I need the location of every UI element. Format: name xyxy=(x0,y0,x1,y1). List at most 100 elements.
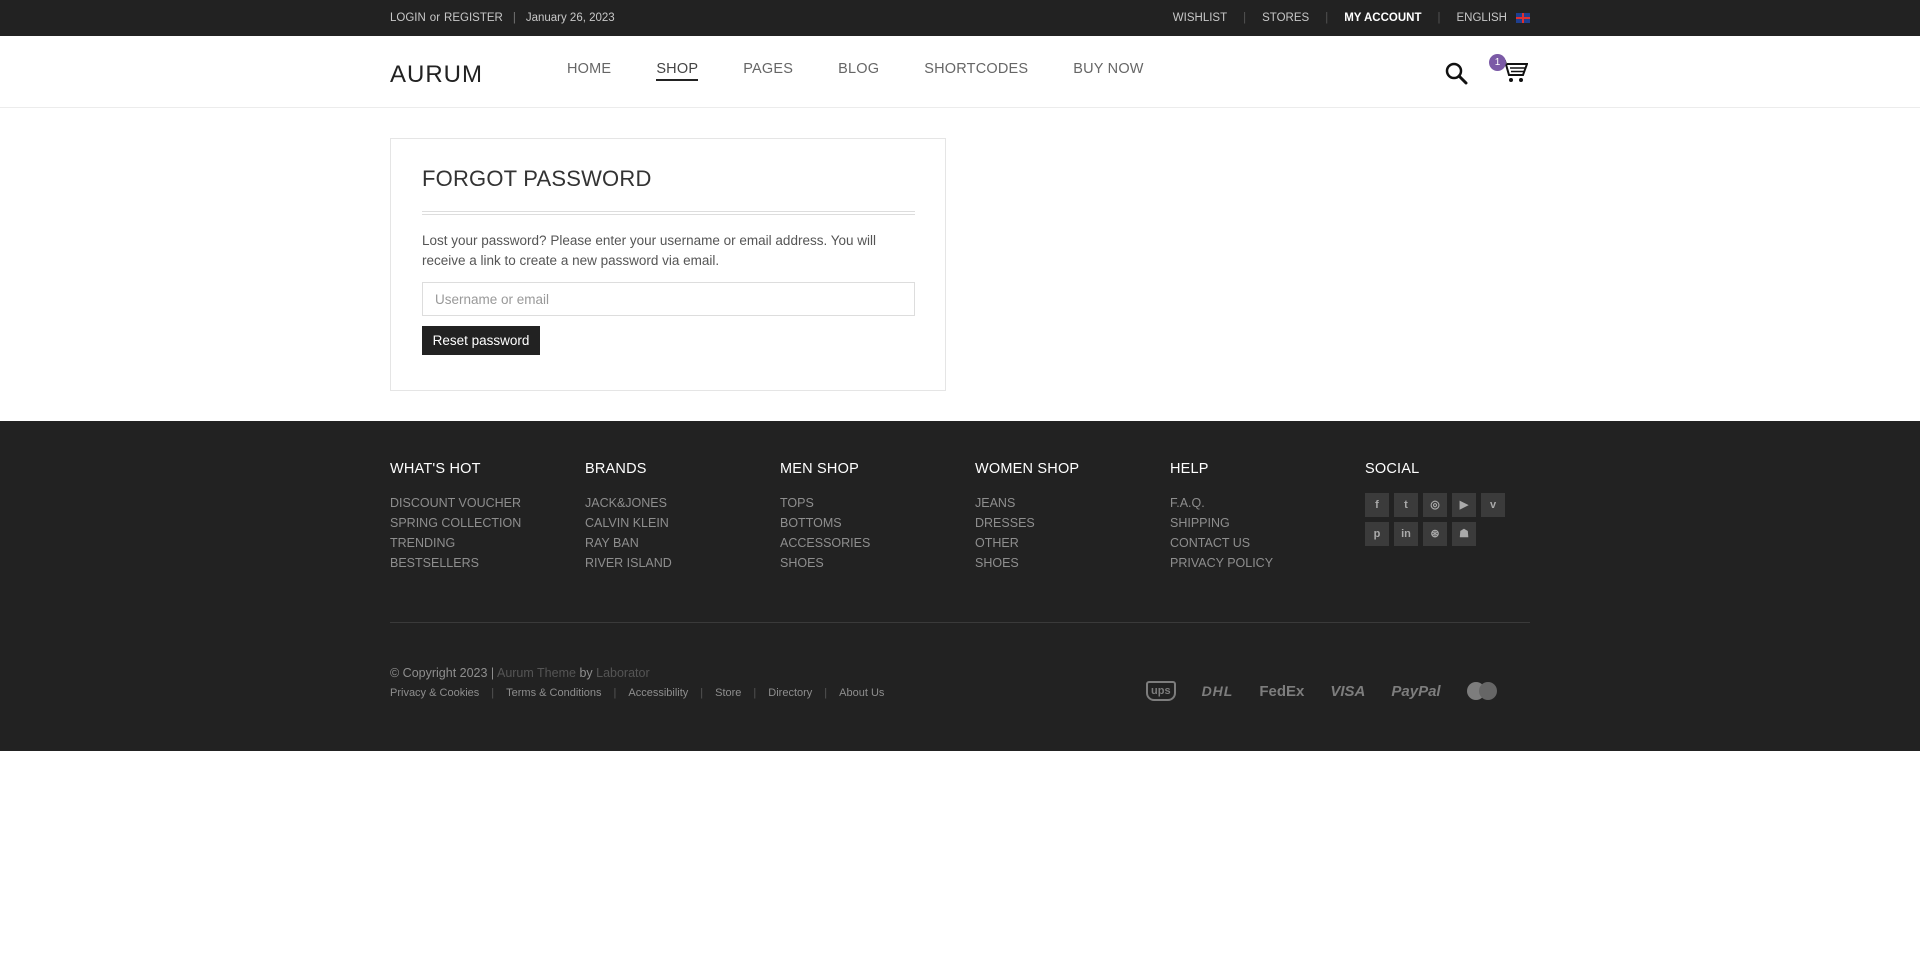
footer-divider xyxy=(390,622,1530,623)
stores-link[interactable]: STORES xyxy=(1262,12,1309,24)
main-nav: HOME SHOP PAGES BLOG SHORTCODES BUY NOW xyxy=(567,61,1189,81)
login-link[interactable]: LOGIN xyxy=(390,12,426,24)
accessibility-link[interactable]: Accessibility xyxy=(628,687,688,699)
instagram-icon[interactable]: ◎ xyxy=(1423,493,1447,517)
footer-link[interactable]: PRIVACY POLICY xyxy=(1170,553,1350,573)
my-account-link[interactable]: MY ACCOUNT xyxy=(1344,12,1421,24)
nav-home[interactable]: HOME xyxy=(567,61,611,81)
logo[interactable]: AURUM xyxy=(390,61,483,89)
vimeo-icon[interactable]: v xyxy=(1481,493,1505,517)
separator: | xyxy=(824,687,828,699)
header: AURUM HOME SHOP PAGES BLOG SHORTCODES BU… xyxy=(0,36,1920,108)
theme-link[interactable]: Aurum Theme xyxy=(497,666,576,680)
top-bar-left: LOGIN or REGISTER | January 26, 2023 xyxy=(390,12,615,24)
separator: | xyxy=(1325,12,1329,24)
footer-link[interactable]: BOTTOMS xyxy=(780,513,960,533)
top-bar-right: WISHLIST | STORES | MY ACCOUNT | ENGLISH xyxy=(1173,12,1530,24)
footer-col-social: SOCIAL f t ◎ ▶ v p in ⊛ ☗ xyxy=(1365,461,1545,551)
footer-col-men-shop: MEN SHOP TOPS BOTTOMS ACCESSORIES SHOES xyxy=(780,461,960,573)
footer-col-help: HELP F.A.Q. SHIPPING CONTACT US PRIVACY … xyxy=(1170,461,1350,573)
paypal-logo: PayPal xyxy=(1391,682,1441,700)
fedex-logo: FedEx xyxy=(1259,682,1305,700)
separator: | xyxy=(753,687,757,699)
footer-heading: MEN SHOP xyxy=(780,461,859,477)
separator: | xyxy=(1437,12,1441,24)
separator: | xyxy=(491,687,495,699)
social-icons: f t ◎ ▶ v p in ⊛ ☗ xyxy=(1365,493,1515,551)
date-text: January 26, 2023 xyxy=(525,12,615,24)
footer-link[interactable]: DRESSES xyxy=(975,513,1155,533)
twitter-icon[interactable]: t xyxy=(1394,493,1418,517)
ups-logo: ups xyxy=(1146,681,1176,701)
mastercard-logo xyxy=(1466,682,1497,700)
by-text: by xyxy=(579,666,593,680)
footer-link[interactable]: ACCESSORIES xyxy=(780,533,960,553)
footer-link[interactable]: CALVIN KLEIN xyxy=(585,513,765,533)
copyright-text: © Copyright 2023 | xyxy=(390,666,495,680)
uk-flag-icon xyxy=(1516,13,1530,23)
dhl-logo: DHL xyxy=(1201,683,1234,699)
footer-link[interactable]: JEANS xyxy=(975,493,1155,513)
footer-link[interactable]: TRENDING xyxy=(390,533,570,553)
footer-col-whats-hot: WHAT'S HOT DISCOUNT VOUCHER SPRING COLLE… xyxy=(390,461,570,573)
footer-heading: WOMEN SHOP xyxy=(975,461,1080,477)
footer-heading: SOCIAL xyxy=(1365,461,1420,477)
payment-logos: ups DHL FedEx VISA PayPal xyxy=(1146,676,1497,706)
author-link[interactable]: Laborator xyxy=(596,666,650,680)
nav-shop[interactable]: SHOP xyxy=(656,61,699,81)
footer-heading: WHAT'S HOT xyxy=(390,461,481,477)
wishlist-link[interactable]: WISHLIST xyxy=(1173,12,1227,24)
cart-count-badge: 1 xyxy=(1489,54,1506,71)
footer-link[interactable]: JACK&JONES xyxy=(585,493,765,513)
title-divider xyxy=(422,211,915,215)
footer: WHAT'S HOT DISCOUNT VOUCHER SPRING COLLE… xyxy=(0,421,1920,751)
youtube-icon[interactable]: ▶ xyxy=(1452,493,1476,517)
separator: | xyxy=(1243,12,1247,24)
separator: | xyxy=(613,687,617,699)
top-bar: LOGIN or REGISTER | January 26, 2023 WIS… xyxy=(0,0,1920,36)
footer-link[interactable]: DISCOUNT VOUCHER xyxy=(390,493,570,513)
nav-blog[interactable]: BLOG xyxy=(838,61,879,81)
footer-col-women-shop: WOMEN SHOP JEANS DRESSES OTHER SHOES xyxy=(975,461,1155,573)
register-link[interactable]: REGISTER xyxy=(444,12,503,24)
footer-link[interactable]: RAY BAN xyxy=(585,533,765,553)
reset-password-button[interactable]: Reset password xyxy=(422,326,540,355)
footer-heading: HELP xyxy=(1170,461,1209,477)
footer-link[interactable]: BESTSELLERS xyxy=(390,553,570,573)
forgot-description: Lost your password? Please enter your us… xyxy=(422,233,876,268)
footer-link[interactable]: F.A.Q. xyxy=(1170,493,1350,513)
about-link[interactable]: About Us xyxy=(839,687,884,699)
footer-link[interactable]: CONTACT US xyxy=(1170,533,1350,553)
pinterest-icon[interactable]: p xyxy=(1365,522,1389,546)
nav-buy-now[interactable]: BUY NOW xyxy=(1073,61,1143,81)
footer-link[interactable]: TOPS xyxy=(780,493,960,513)
nav-pages[interactable]: PAGES xyxy=(743,61,793,81)
footer-link[interactable]: SHOES xyxy=(975,553,1155,573)
footer-link[interactable]: SPRING COLLECTION xyxy=(390,513,570,533)
linkedin-icon[interactable]: in xyxy=(1394,522,1418,546)
page-title: FORGOT PASSWORD xyxy=(422,166,652,191)
directory-link[interactable]: Directory xyxy=(768,687,812,699)
forgot-password-card: FORGOT PASSWORD Lost your password? Plea… xyxy=(390,138,946,391)
separator: | xyxy=(700,687,704,699)
footer-link[interactable]: SHOES xyxy=(780,553,960,573)
terms-link[interactable]: Terms & Conditions xyxy=(506,687,601,699)
footer-heading: BRANDS xyxy=(585,461,647,477)
dribbble-icon[interactable]: ⊛ xyxy=(1423,522,1447,546)
footer-link[interactable]: OTHER xyxy=(975,533,1155,553)
footer-col-brands: BRANDS JACK&JONES CALVIN KLEIN RAY BAN R… xyxy=(585,461,765,573)
or-text: or xyxy=(429,12,441,24)
footer-link[interactable]: SHIPPING xyxy=(1170,513,1350,533)
privacy-link[interactable]: Privacy & Cookies xyxy=(390,687,479,699)
language-selector[interactable]: ENGLISH xyxy=(1457,12,1508,24)
username-email-input[interactable] xyxy=(422,282,915,316)
separator: | xyxy=(512,12,516,24)
search-icon[interactable] xyxy=(1444,61,1468,85)
facebook-icon[interactable]: f xyxy=(1365,493,1389,517)
snapchat-icon[interactable]: ☗ xyxy=(1452,522,1476,546)
nav-shortcodes[interactable]: SHORTCODES xyxy=(924,61,1028,81)
footer-link[interactable]: RIVER ISLAND xyxy=(585,553,765,573)
store-link[interactable]: Store xyxy=(715,687,741,699)
visa-logo: VISA xyxy=(1330,682,1366,700)
copyright: © Copyright 2023 | Aurum Theme by Labora… xyxy=(390,666,650,680)
